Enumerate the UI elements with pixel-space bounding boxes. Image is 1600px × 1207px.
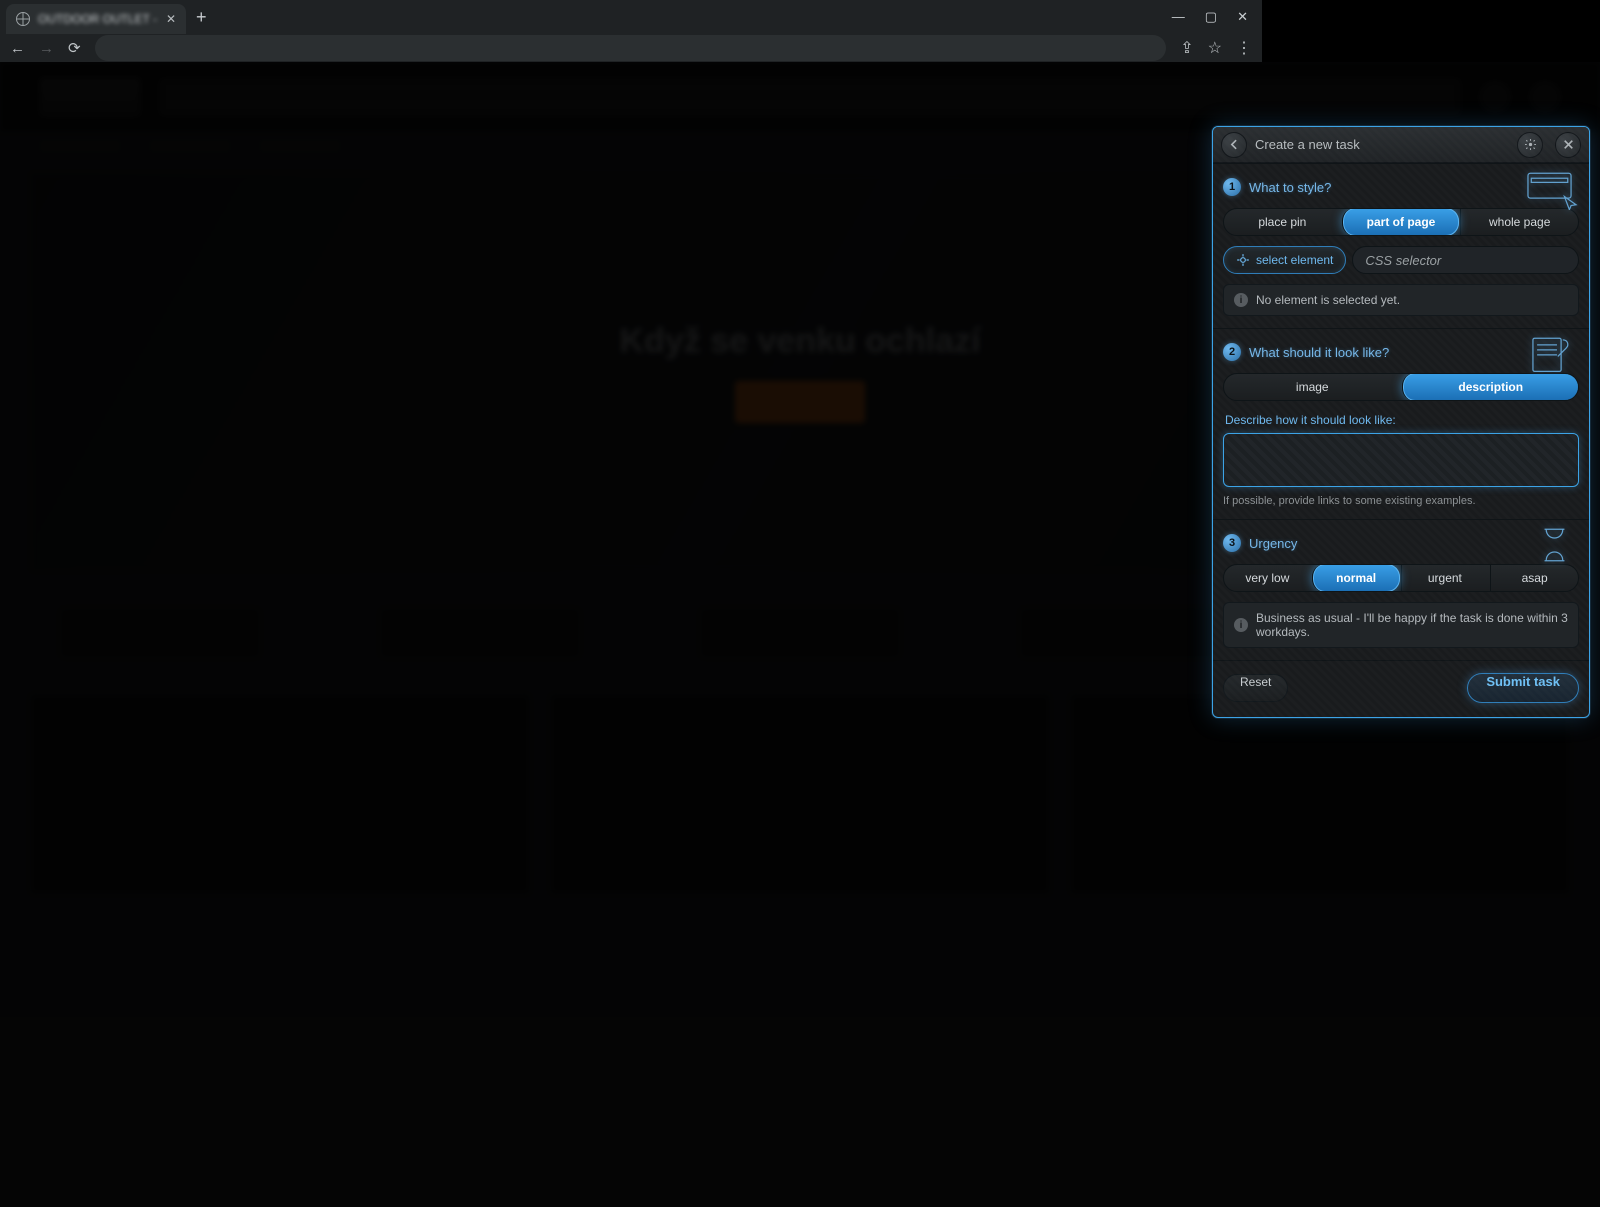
create-task-panel: Create a new task 1 What to style? place… xyxy=(1212,126,1590,718)
select-element-button[interactable]: select element xyxy=(1223,246,1346,274)
settings-icon[interactable] xyxy=(1517,132,1543,158)
close-window-button[interactable]: ✕ xyxy=(1237,9,1248,25)
description-field-label: Describe how it should look like: xyxy=(1225,413,1577,427)
info-icon: i xyxy=(1234,293,1248,307)
panel-footer: Reset Submit task xyxy=(1213,660,1589,717)
section-look-like: 2 What should it look like? image descri… xyxy=(1213,328,1589,519)
omnibox[interactable] xyxy=(95,35,1167,61)
window-controls: — ▢ ✕ xyxy=(1172,9,1262,25)
close-panel-icon[interactable] xyxy=(1555,132,1581,158)
step-number-1: 1 xyxy=(1223,178,1241,196)
bookmark-icon[interactable]: ☆ xyxy=(1208,38,1222,58)
section-what-to-style: 1 What to style? place pin part of page … xyxy=(1213,163,1589,328)
seg-description[interactable]: description xyxy=(1402,373,1580,401)
forward-button: → xyxy=(39,40,54,57)
step-number-3: 3 xyxy=(1223,534,1241,552)
urgency-info: i Business as usual - I'll be happy if t… xyxy=(1223,602,1579,648)
seg-image[interactable]: image xyxy=(1224,374,1401,400)
browser-tab[interactable]: OUTDOOR OUTLET - outlet st… ✕ xyxy=(6,4,186,34)
step-1-title: What to style? xyxy=(1249,180,1331,195)
new-tab-button[interactable]: + xyxy=(196,7,207,28)
step-2-title: What should it look like? xyxy=(1249,345,1389,360)
maximize-button[interactable]: ▢ xyxy=(1205,9,1217,25)
css-selector-placeholder: CSS selector xyxy=(1365,253,1441,268)
info-icon: i xyxy=(1234,618,1248,632)
description-textarea[interactable] xyxy=(1223,433,1579,487)
section-urgency: 3 Urgency very low normal urgent asap i … xyxy=(1213,519,1589,660)
address-bar: ← → ⟳ ⇪ ☆ ⋮ xyxy=(0,34,1262,62)
kebab-menu-icon[interactable]: ⋮ xyxy=(1236,38,1252,58)
seg-place-pin[interactable]: place pin xyxy=(1224,209,1341,235)
no-element-text: No element is selected yet. xyxy=(1256,293,1400,307)
browser-chrome: OUTDOOR OUTLET - outlet st… ✕ + — ▢ ✕ ← … xyxy=(0,0,1262,62)
no-element-message: i No element is selected yet. xyxy=(1223,284,1579,316)
back-button[interactable]: ← xyxy=(10,40,25,57)
seg-part-of-page[interactable]: part of page xyxy=(1342,208,1460,236)
page-viewport: Když se venku ochlazí Create a new task … xyxy=(0,62,1600,1207)
select-element-label: select element xyxy=(1256,253,1333,267)
tab-bar: OUTDOOR OUTLET - outlet st… ✕ + — ▢ ✕ xyxy=(0,0,1262,34)
step-number-2: 2 xyxy=(1223,343,1241,361)
reset-button[interactable]: Reset xyxy=(1223,674,1288,702)
reload-button[interactable]: ⟳ xyxy=(68,39,81,57)
description-hint: If possible, provide links to some exist… xyxy=(1223,495,1579,507)
seg-normal[interactable]: normal xyxy=(1312,564,1400,592)
css-selector-input[interactable]: CSS selector xyxy=(1352,246,1579,274)
globe-icon xyxy=(16,12,30,26)
urgency-info-text: Business as usual - I'll be happy if the… xyxy=(1256,611,1568,639)
seg-very-low[interactable]: very low xyxy=(1224,565,1311,591)
document-illustration-icon xyxy=(1523,333,1581,378)
seg-urgent[interactable]: urgent xyxy=(1401,565,1489,591)
panel-header: Create a new task xyxy=(1213,127,1589,163)
selector-illustration-icon xyxy=(1523,168,1581,213)
step-3-title: Urgency xyxy=(1249,536,1297,551)
hourglass-illustration-icon xyxy=(1523,524,1581,569)
submit-task-button[interactable]: Submit task xyxy=(1467,673,1579,703)
tab-title: OUTDOOR OUTLET - outlet st… xyxy=(38,12,158,26)
look-type-segmented: image description xyxy=(1223,373,1579,401)
panel-title: Create a new task xyxy=(1255,137,1509,152)
close-tab-icon[interactable]: ✕ xyxy=(166,12,176,26)
share-icon[interactable]: ⇪ xyxy=(1180,38,1193,58)
back-icon[interactable] xyxy=(1221,132,1247,158)
minimize-button[interactable]: — xyxy=(1172,9,1185,25)
